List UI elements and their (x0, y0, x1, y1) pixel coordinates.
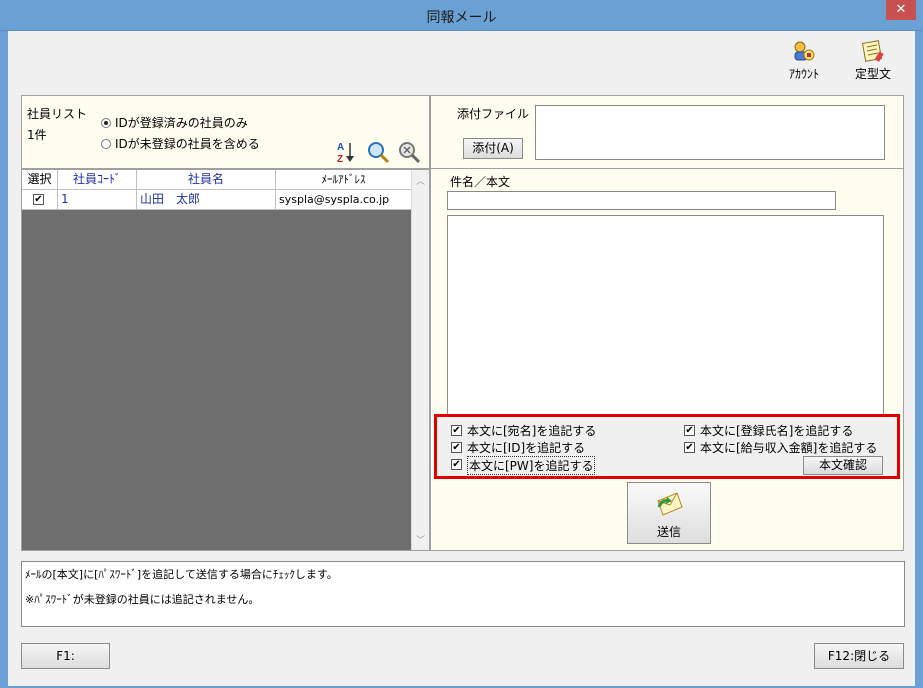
f12-close-button[interactable]: F12:閉じる (814, 643, 904, 669)
radio-registered-label: IDが登録済みの社員のみ (115, 116, 248, 130)
attachment-list[interactable] (535, 105, 885, 160)
row-select-checkbox[interactable]: ✔ (33, 194, 44, 205)
opt-id-label: 本文に[ID]を追記する (467, 441, 586, 455)
account-label: ｱｶｳﾝﾄ (788, 67, 819, 81)
opt-pw-checkbox[interactable]: ✔ (451, 459, 462, 470)
radio-unregistered-label: IDが未登録の社員を含める (115, 137, 260, 151)
window-client: ｱｶｳﾝﾄ 定型文 社員リスト 1件 IDが登録済みの社員のみ IDが未登録の社… (8, 31, 915, 686)
opt-regname-checkbox[interactable]: ✔ (684, 425, 695, 436)
clear-search-icon[interactable] (397, 140, 421, 164)
employee-count: 1件 (27, 128, 47, 142)
row-name: 山田 太郎 (137, 190, 276, 210)
table-row[interactable]: ✔ 1 山田 太郎 syspla@syspla.co.jp (22, 190, 412, 210)
document-icon (861, 40, 885, 62)
employee-list-panel: 社員リスト 1件 IDが登録済みの社員のみ IDが未登録の社員を含める A Z (21, 95, 430, 169)
f1-button[interactable]: F1: (21, 643, 110, 669)
subject-input[interactable] (447, 191, 836, 210)
options-area: ✔ 本文に[宛名]を追記する ✔ 本文に[ID]を追記する ✔ 本文に[PW]を… (434, 414, 900, 479)
scroll-down-icon[interactable]: ﹀ (416, 533, 425, 546)
body-confirm-button[interactable]: 本文確認 (803, 456, 883, 475)
opt-id-checkbox[interactable]: ✔ (451, 442, 462, 453)
template-label: 定型文 (854, 67, 891, 81)
attachment-panel: 添付ファイル 添付(A) (430, 95, 904, 169)
opt-salary-checkbox[interactable]: ✔ (684, 442, 695, 453)
svg-text:Z: Z (337, 154, 343, 165)
message-panel: 件名／本文 ✔ 本文に[宛名]を追記する ✔ 本文に[ID]を追記する ✔ 本文… (430, 169, 904, 551)
grid-header: 選択 社員ｺｰﾄﾞ 社員名 ﾒｰﾙｱﾄﾞﾚｽ (22, 170, 412, 190)
col-name[interactable]: 社員名 (137, 170, 276, 190)
grid-scrollbar[interactable]: ︿ ﹀ (411, 170, 429, 550)
opt-pw-label: 本文に[PW]を追記する (467, 456, 596, 475)
search-icon[interactable] (366, 140, 390, 164)
title-bar: 同報メール ✕ (0, 0, 923, 31)
opt-regname-label: 本文に[登録氏名]を追記する (700, 424, 854, 438)
employee-grid: 選択 社員ｺｰﾄﾞ 社員名 ﾒｰﾙｱﾄﾞﾚｽ ✔ 1 山田 太郎 syspla@… (21, 169, 430, 551)
svg-text:A: A (337, 142, 344, 153)
body-textarea[interactable] (447, 215, 884, 415)
attachment-label: 添付ファイル (457, 107, 530, 121)
help-line-2: ※ﾊﾟｽﾜｰﾄﾞが未登録の社員には追記されません。 (25, 593, 260, 606)
radio-registered-only[interactable] (101, 118, 111, 128)
template-button[interactable]: 定型文 (850, 40, 896, 84)
scroll-up-icon[interactable]: ︿ (416, 174, 425, 187)
send-label: 送信 (656, 525, 681, 539)
col-select[interactable]: 選択 (22, 170, 58, 190)
col-code[interactable]: 社員ｺｰﾄﾞ (58, 170, 137, 190)
help-area: ﾒｰﾙの[本文]に[ﾊﾟｽﾜｰﾄﾞ]を追記して送信する場合にﾁｪｯｸします。 ※… (21, 561, 905, 627)
account-button[interactable]: ｱｶｳﾝﾄ (784, 40, 824, 84)
row-email: syspla@syspla.co.jp (276, 190, 412, 210)
account-icon (792, 40, 816, 62)
row-select-cell[interactable]: ✔ (22, 190, 58, 210)
help-line-1: ﾒｰﾙの[本文]に[ﾊﾟｽﾜｰﾄﾞ]を追記して送信する場合にﾁｪｯｸします。 (25, 568, 338, 581)
opt-recipient-label: 本文に[宛名]を追記する (467, 424, 597, 438)
sort-az-icon[interactable]: A Z (335, 139, 357, 165)
opt-recipient-checkbox[interactable]: ✔ (451, 425, 462, 436)
employee-list-title: 社員リスト (27, 107, 88, 121)
send-mail-icon (655, 489, 685, 517)
send-button[interactable]: 送信 (627, 482, 711, 544)
window-title: 同報メール (426, 10, 497, 26)
col-email[interactable]: ﾒｰﾙｱﾄﾞﾚｽ (276, 170, 412, 190)
subject-body-label: 件名／本文 (450, 175, 511, 189)
attach-button[interactable]: 添付(A) (463, 138, 523, 159)
opt-salary-label: 本文に[給与収入金額]を追記する (700, 441, 878, 455)
row-code: 1 (58, 190, 137, 210)
radio-include-unregistered[interactable] (101, 139, 111, 149)
close-button[interactable]: ✕ (886, 0, 916, 20)
